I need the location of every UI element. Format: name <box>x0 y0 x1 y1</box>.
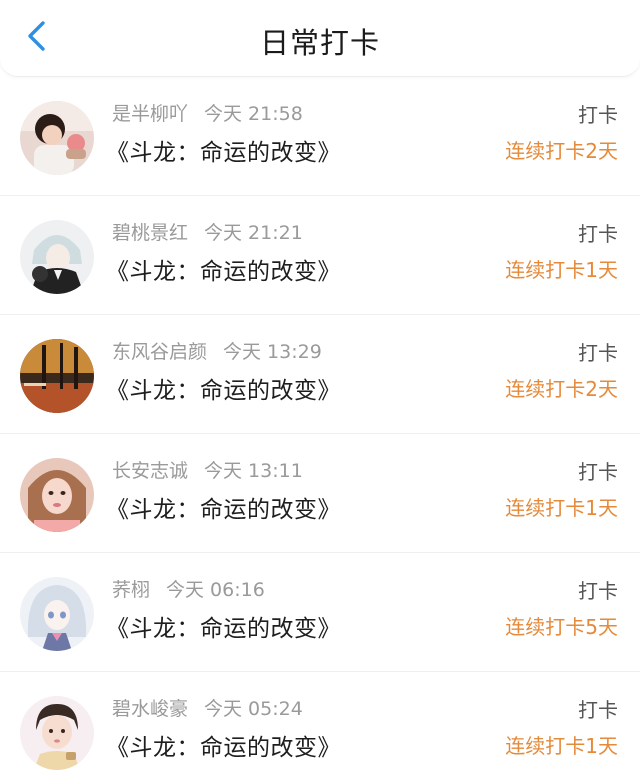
book-title[interactable]: 《斗龙：命运的改变》 <box>106 252 341 286</box>
list-item[interactable]: 长安志诚 今天 13:11 《斗龙：命运的改变》 打卡 连续打卡1天 <box>0 434 640 553</box>
user-name[interactable]: 荞栩 <box>112 579 150 601</box>
streak-label: 连续打卡2天 <box>505 377 618 401</box>
item-meta: 东风谷启颜 今天 13:29 <box>112 337 322 364</box>
checkin-page: 日常打卡 是半柳吖 今天 21:58 《斗龙：命运的改变》 打卡 连续打卡2天 … <box>0 0 640 782</box>
check-in-time: 今天 21:21 <box>204 222 303 244</box>
avatar[interactable] <box>20 220 94 294</box>
list-item[interactable]: 碧桃景红 今天 21:21 《斗龙：命运的改变》 打卡 连续打卡1天 <box>0 196 640 315</box>
book-title[interactable]: 《斗龙：命运的改变》 <box>106 371 341 405</box>
checkin-button[interactable]: 打卡 <box>578 694 618 723</box>
avatar[interactable] <box>20 339 94 413</box>
avatar[interactable] <box>20 577 94 651</box>
user-name[interactable]: 碧水峻豪 <box>112 698 188 720</box>
check-in-time: 今天 06:16 <box>166 579 265 601</box>
checkin-button[interactable]: 打卡 <box>578 218 618 247</box>
list-item[interactable]: 碧水峻豪 今天 05:24 《斗龙：命运的改变》 打卡 连续打卡1天 <box>0 672 640 782</box>
item-meta: 是半柳吖 今天 21:58 <box>112 99 303 126</box>
streak-label: 连续打卡5天 <box>505 615 618 639</box>
user-name[interactable]: 是半柳吖 <box>112 103 188 125</box>
avatar[interactable] <box>20 458 94 532</box>
streak-label: 连续打卡1天 <box>505 258 618 282</box>
item-meta: 碧水峻豪 今天 05:24 <box>112 694 303 721</box>
avatar[interactable] <box>20 101 94 175</box>
list-item[interactable]: 是半柳吖 今天 21:58 《斗龙：命运的改变》 打卡 连续打卡2天 <box>0 77 640 196</box>
item-meta: 荞栩 今天 06:16 <box>112 575 265 602</box>
item-meta: 碧桃景红 今天 21:21 <box>112 218 303 245</box>
check-in-time: 今天 13:29 <box>223 341 322 363</box>
check-in-time: 今天 13:11 <box>204 460 303 482</box>
top-bar: 日常打卡 <box>0 0 640 77</box>
book-title[interactable]: 《斗龙：命运的改变》 <box>106 490 341 524</box>
book-title[interactable]: 《斗龙：命运的改变》 <box>106 728 341 762</box>
item-meta: 长安志诚 今天 13:11 <box>112 456 303 483</box>
user-name[interactable]: 东风谷启颜 <box>112 341 207 363</box>
user-name[interactable]: 长安志诚 <box>112 460 188 482</box>
streak-label: 连续打卡2天 <box>505 139 618 163</box>
book-title[interactable]: 《斗龙：命运的改变》 <box>106 133 341 167</box>
streak-label: 连续打卡1天 <box>505 734 618 758</box>
book-title[interactable]: 《斗龙：命运的改变》 <box>106 609 341 643</box>
checkin-button[interactable]: 打卡 <box>578 456 618 485</box>
page-title: 日常打卡 <box>259 26 380 60</box>
list-item[interactable]: 荞栩 今天 06:16 《斗龙：命运的改变》 打卡 连续打卡5天 <box>0 553 640 672</box>
avatar[interactable] <box>20 696 94 770</box>
check-in-time: 今天 05:24 <box>204 698 303 720</box>
check-in-time: 今天 21:58 <box>204 103 303 125</box>
checkin-button[interactable]: 打卡 <box>578 575 618 604</box>
streak-label: 连续打卡1天 <box>505 496 618 520</box>
user-name[interactable]: 碧桃景红 <box>112 222 188 244</box>
checkin-list: 是半柳吖 今天 21:58 《斗龙：命运的改变》 打卡 连续打卡2天 碧桃景红 今天… <box>0 77 640 782</box>
list-item[interactable]: 东风谷启颜 今天 13:29 《斗龙：命运的改变》 打卡 连续打卡2天 <box>0 315 640 434</box>
checkin-button[interactable]: 打卡 <box>578 337 618 366</box>
checkin-button[interactable]: 打卡 <box>578 99 618 128</box>
